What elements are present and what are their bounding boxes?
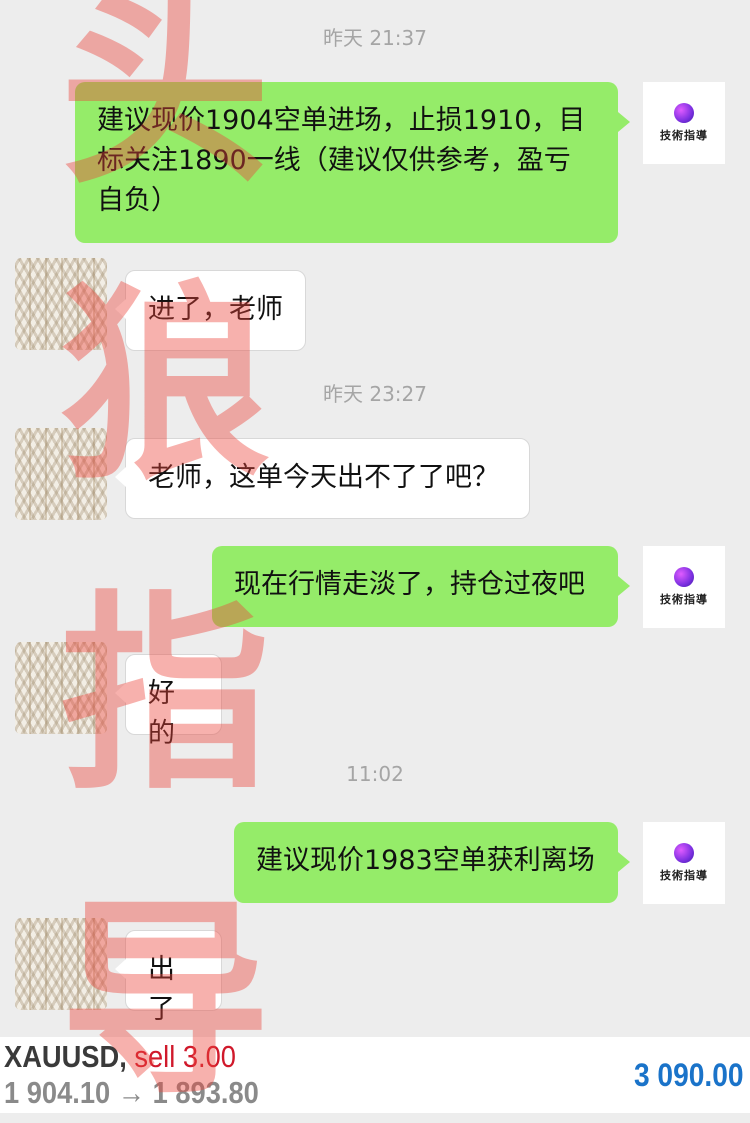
avatar-logo-text: 技術指導 — [660, 593, 708, 606]
avatar[interactable]: 技術指導 — [643, 82, 725, 164]
avatar-logo-text: 技術指導 — [660, 129, 708, 142]
avatar[interactable]: 技術指導 — [643, 546, 725, 628]
message-bubble-outgoing[interactable]: 建议现价1904空单进场，止损1910，目标关注1890一线（建议仅供参考，盈亏… — [75, 82, 630, 243]
logo-orb-icon — [674, 567, 694, 587]
price-range: 1 904.10 → 1 893.80 — [4, 1075, 259, 1110]
avatar[interactable] — [15, 258, 107, 350]
message-bubble-incoming[interactable]: 好的 — [115, 654, 222, 749]
logo-orb-icon — [674, 103, 694, 123]
message-bubble-incoming[interactable]: 老师，这单今天出不了了吧？ — [115, 438, 530, 519]
timestamp: 昨天 23:27 — [323, 382, 427, 406]
avatar[interactable]: 技術指導 — [643, 822, 725, 904]
timestamp: 11:02 — [346, 762, 404, 786]
avatar[interactable] — [15, 642, 107, 734]
avatar-logo-text: 技術指導 — [660, 869, 708, 882]
message-bubble-outgoing[interactable]: 现在行情走淡了，持仓过夜吧 — [212, 546, 630, 627]
message-bubble-incoming[interactable]: 进了，老师 — [115, 270, 306, 351]
order-label: sell 3.00 — [134, 1039, 236, 1074]
trade-symbol-line: XAUUSD, sell 3.00 — [4, 1039, 236, 1075]
logo-orb-icon — [674, 843, 694, 863]
timestamp: 昨天 21:37 — [323, 26, 427, 50]
avatar[interactable] — [15, 428, 107, 520]
message-bubble-outgoing[interactable]: 建议现价1983空单获利离场 — [234, 822, 630, 903]
message-bubble-incoming[interactable]: 出了 — [115, 930, 222, 1025]
symbol-label: XAUUSD, — [4, 1039, 127, 1074]
profit-value: 3 090.00 — [634, 1057, 744, 1093]
avatar[interactable] — [15, 918, 107, 1010]
trade-summary-bar: XAUUSD, sell 3.00 1 904.10 → 1 893.80 3 … — [0, 1037, 750, 1113]
